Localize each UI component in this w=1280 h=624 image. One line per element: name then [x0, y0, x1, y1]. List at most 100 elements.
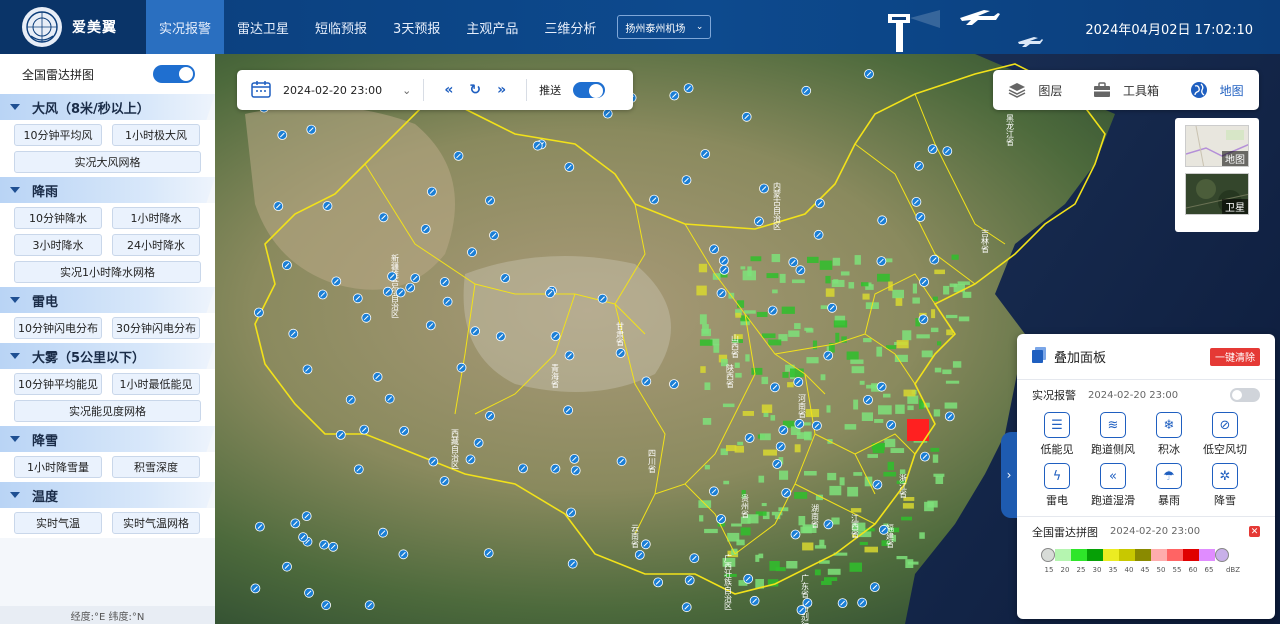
alarm-type-label: 跑道侧风 — [1091, 443, 1135, 456]
province-label: 浙江省 — [899, 473, 908, 499]
alarm-type-item[interactable]: ≋ 跑道侧风 — [1085, 412, 1141, 457]
alarm-type-item[interactable]: ✲ 降雪 — [1197, 463, 1253, 508]
product-button[interactable]: 实时气温网格 — [112, 512, 200, 534]
ice-icon: ❄ — [1156, 412, 1182, 438]
toolbar-item-label: 图层 — [1038, 83, 1063, 98]
category-buttons: 10分钟平均能见 1小时最低能见实况能见度网格 — [0, 369, 215, 426]
product-button[interactable]: 10分钟平均风 — [14, 124, 102, 146]
toolbar-item-label: 工具箱 — [1122, 83, 1159, 98]
legend-swatch — [1087, 549, 1103, 561]
globe-icon — [1190, 81, 1214, 99]
category-header[interactable]: 大风（8米/秒以上） — [0, 94, 215, 120]
product-button[interactable]: 实况1小时降水网格 — [14, 261, 201, 283]
toolbar-item[interactable]: 地图 — [1190, 81, 1244, 99]
category-title: 大雾（5公里以下） — [32, 350, 146, 366]
category-header[interactable]: 降雨 — [0, 177, 215, 203]
alarm-type-item[interactable]: « 跑道湿滑 — [1085, 463, 1141, 508]
basemap-switcher: 地图 卫星 — [1175, 118, 1259, 232]
product-button[interactable]: 30分钟闪电分布 — [112, 317, 200, 339]
airport-select[interactable]: 扬州泰州机场 ⌄ — [617, 15, 712, 39]
category-title: 雷电 — [32, 294, 59, 310]
product-button[interactable]: 积雪深度 — [112, 456, 200, 478]
alarm-type-item[interactable]: ⊘ 低空风切 — [1197, 412, 1253, 457]
divider — [423, 79, 425, 101]
control-tower-plane-icon — [888, 10, 1043, 52]
basemap-satellite-option[interactable]: 卫星 — [1185, 173, 1249, 215]
category-header[interactable]: 降雪 — [0, 426, 215, 452]
toolbar-item[interactable]: 工具箱 — [1093, 82, 1159, 99]
overlay-panel: 叠加面板 一键清除 实况报警 2024-02-20 23:00 ☰ 低能见 ≋ 跑道侧… — [1017, 334, 1275, 619]
time-select[interactable]: 2024-02-20 23:00 — [283, 84, 382, 97]
category-header[interactable]: 温度 — [0, 482, 215, 508]
nav-tab[interactable]: 3天预报 — [380, 0, 453, 54]
next-frame-icon[interactable]: » — [497, 82, 506, 98]
radar-mosaic-toggle[interactable] — [153, 65, 195, 83]
overlay-panel-icon — [1032, 347, 1046, 366]
calendar-icon[interactable] — [251, 80, 271, 101]
product-button[interactable]: 10分钟平均能见 — [14, 373, 102, 395]
product-button[interactable]: 10分钟降水 — [14, 207, 102, 229]
app-logo[interactable]: 爱美翼 — [0, 0, 146, 54]
alarm-time: 2024-02-20 23:00 — [1088, 389, 1179, 401]
legend-end-cap — [1215, 548, 1229, 562]
province-label: 山西省 — [731, 333, 740, 359]
previous-frame-icon[interactable]: « — [444, 82, 453, 98]
un-emblem-icon — [22, 7, 62, 47]
clear-all-button[interactable]: 一键清除 — [1210, 347, 1260, 366]
radar-layer-row: 全国雷达拼图 2024-02-20 23:00 ✕ — [1017, 516, 1275, 546]
product-button[interactable]: 10分钟闪电分布 — [14, 317, 102, 339]
legend-tick: 35 — [1108, 566, 1118, 574]
nav-tab[interactable]: 短临预报 — [302, 0, 380, 54]
alarm-type-item[interactable]: ☂ 暴雨 — [1141, 463, 1197, 508]
chevron-down-icon[interactable]: ⌄ — [402, 84, 411, 97]
refresh-icon[interactable]: ↻ — [469, 82, 481, 98]
push-toggle[interactable] — [573, 82, 606, 98]
toolbar-item[interactable]: 图层 — [1008, 82, 1062, 99]
product-button[interactable]: 3小时降水 — [14, 234, 102, 256]
province-label: 内蒙古自治区 — [773, 181, 782, 230]
legend-swatch — [1071, 549, 1087, 561]
product-button[interactable]: 实时气温 — [14, 512, 102, 534]
alarm-toggle[interactable] — [1230, 388, 1260, 402]
caret-down-icon — [10, 353, 20, 359]
alarm-type-item[interactable]: ϟ 雷电 — [1029, 463, 1085, 508]
legend-tick: 15 — [1044, 566, 1054, 574]
product-button[interactable]: 实况大风网格 — [14, 151, 201, 173]
legend-swatch — [1199, 549, 1215, 561]
top-header: 爱美翼 实况报警 雷达卫星 短临预报 3天预报 主观产品 三维分析 扬州泰州机场 ⌄ 20… — [0, 0, 1280, 54]
nav-tab[interactable]: 雷达卫星 — [224, 0, 302, 54]
province-label: 广东省 — [801, 573, 810, 599]
alarm-type-label: 跑道湿滑 — [1091, 494, 1135, 507]
alarm-type-label: 雷电 — [1046, 494, 1068, 507]
province-label: 新疆维吾尔自治区 — [391, 253, 400, 318]
legend-tick: 40 — [1124, 566, 1134, 574]
product-button[interactable]: 1小时降雪量 — [14, 456, 102, 478]
divider — [526, 79, 528, 101]
product-button[interactable]: 1小时最低能见 — [112, 373, 200, 395]
category-header[interactable]: 大雾（5公里以下） — [0, 343, 215, 369]
rain-icon: ☂ — [1156, 463, 1182, 489]
left-sidebar: 全国雷达拼图 大风（8米/秒以上） 10分钟平均风 1小时极大风 实况大风网格 降雨 10… — [0, 54, 215, 624]
product-button[interactable]: 1小时极大风 — [112, 124, 200, 146]
radar-layer-time: 2024-02-20 23:00 — [1110, 526, 1201, 537]
province-label: 青海省 — [551, 363, 560, 389]
legend-tick: 25 — [1076, 566, 1086, 574]
province-label: 四川省 — [648, 449, 657, 474]
basemap-vector-option[interactable]: 地图 — [1185, 125, 1249, 167]
category-header[interactable]: 雷电 — [0, 287, 215, 313]
collapse-overlay-panel-button[interactable]: › — [1001, 432, 1017, 518]
product-button[interactable]: 实况能见度网格 — [14, 400, 201, 422]
province-label: 河南省 — [798, 393, 807, 419]
alarm-type-item[interactable]: ❄ 积冰 — [1141, 412, 1197, 457]
nav-tab[interactable]: 实况报警 — [146, 0, 225, 54]
nav-tab[interactable]: 三维分析 — [531, 0, 609, 54]
radar-legend: 15 20 25 30 35 40 45 50 55 60 65 dBZ — [1017, 546, 1275, 574]
nav-tab[interactable]: 主观产品 — [453, 0, 531, 54]
overlay-title: 叠加面板 — [1054, 351, 1107, 366]
alarm-label: 实况报警 — [1032, 389, 1076, 402]
alarm-type-item[interactable]: ☰ 低能见 — [1029, 412, 1085, 457]
product-button[interactable]: 1小时降水 — [112, 207, 200, 229]
thunder-icon: ϟ — [1044, 463, 1070, 489]
product-button[interactable]: 24小时降水 — [112, 234, 200, 256]
close-icon[interactable]: ✕ — [1249, 526, 1260, 537]
